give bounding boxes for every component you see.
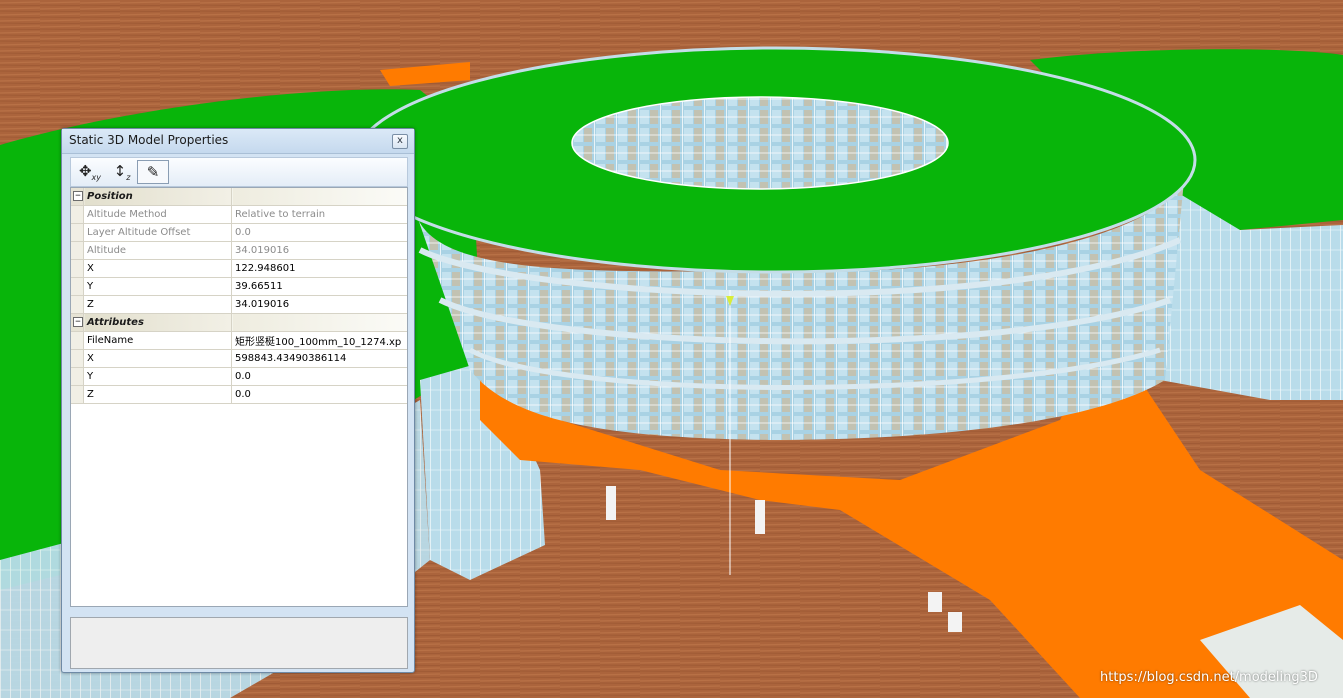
property-name: X — [83, 349, 232, 368]
property-name: Altitude — [83, 241, 232, 260]
category-attributes[interactable]: − Attributes — [71, 313, 407, 332]
move-z-icon: ↕ — [113, 162, 127, 180]
property-value[interactable]: 122.948601 — [231, 259, 407, 278]
property-value[interactable]: 34.019016 — [231, 295, 407, 314]
property-row[interactable]: Layer Altitude Offset 0.0 — [71, 223, 407, 242]
property-row[interactable]: X 122.948601 — [71, 259, 407, 278]
property-name: Y — [83, 367, 232, 386]
property-value: Relative to terrain — [231, 205, 407, 224]
property-value: 34.019016 — [231, 241, 407, 260]
column — [755, 500, 765, 534]
dialog-titlebar[interactable]: Static 3D Model Properties x — [62, 129, 414, 154]
category-position[interactable]: − Position — [71, 188, 407, 206]
move-z-subscript: z — [126, 173, 131, 182]
collapse-position-icon[interactable]: − — [73, 191, 83, 201]
edit-pen-icon: ✎ — [146, 163, 160, 181]
property-name: FileName — [83, 331, 232, 350]
close-button[interactable]: x — [392, 134, 408, 149]
property-row[interactable]: X 598843.43490386114 — [71, 349, 407, 368]
property-row[interactable]: Y 0.0 — [71, 367, 407, 386]
column — [928, 592, 942, 612]
column — [948, 612, 962, 632]
move-xy-icon: ✥ — [78, 162, 92, 180]
move-xy-subscript: xy — [91, 173, 102, 182]
category-label: Attributes — [83, 313, 232, 332]
property-row[interactable]: Z 34.019016 — [71, 295, 407, 314]
property-row[interactable]: Z 0.0 — [71, 385, 407, 404]
property-row[interactable]: FileName 矩形竖梃100_100mm_10_1274.xp — [71, 331, 407, 350]
property-name: Layer Altitude Offset — [83, 223, 232, 242]
property-value: 0.0 — [231, 223, 407, 242]
property-name: Z — [83, 385, 232, 404]
property-grid[interactable]: − Position Altitude Method Relative to t… — [70, 187, 408, 607]
collapse-attributes-icon[interactable]: − — [73, 317, 83, 327]
property-name: Z — [83, 295, 232, 314]
property-value[interactable]: 0.0 — [231, 385, 407, 404]
description-panel — [70, 617, 408, 669]
column — [606, 486, 616, 520]
static-3d-model-properties-dialog: Static 3D Model Properties x ✥xy ↕z ✎ − … — [61, 128, 415, 673]
property-value[interactable]: 598843.43490386114 — [231, 349, 407, 368]
property-row[interactable]: Altitude 34.019016 — [71, 241, 407, 260]
property-name: X — [83, 259, 232, 278]
property-row[interactable]: Altitude Method Relative to terrain — [71, 205, 407, 224]
property-name: Y — [83, 277, 232, 296]
watermark: https://blog.csdn.net/modeling3D — [1100, 670, 1318, 685]
property-row[interactable]: Y 39.66511 — [71, 277, 407, 296]
property-table: − Position Altitude Method Relative to t… — [71, 188, 407, 404]
edit-button[interactable]: ✎ — [137, 160, 169, 184]
property-value[interactable]: 39.66511 — [231, 277, 407, 296]
category-label: Position — [83, 188, 232, 206]
property-value[interactable]: 矩形竖梃100_100mm_10_1274.xp — [231, 331, 407, 350]
move-xy-button[interactable]: ✥xy — [75, 160, 105, 182]
property-name: Altitude Method — [83, 205, 232, 224]
property-value[interactable]: 0.0 — [231, 367, 407, 386]
dialog-title: Static 3D Model Properties — [69, 133, 229, 147]
move-z-button[interactable]: ↕z — [107, 160, 137, 182]
dialog-toolbar: ✥xy ↕z ✎ — [70, 157, 408, 187]
